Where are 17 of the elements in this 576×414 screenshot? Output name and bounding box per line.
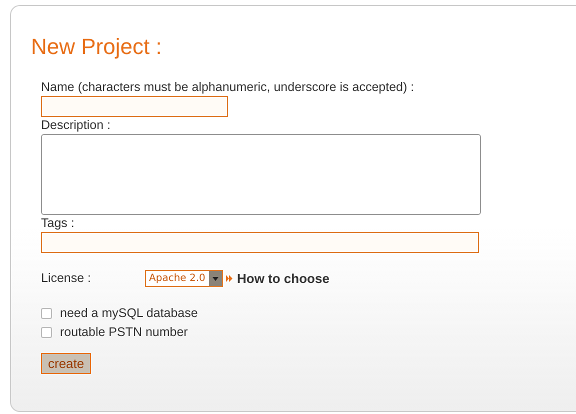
text-field[interactable]	[41, 232, 479, 253]
checkbox-label: routable PSTN number	[60, 325, 188, 339]
checkbox[interactable]	[41, 326, 52, 338]
field-label: Description :	[41, 118, 112, 133]
how-to-choose-link[interactable]: How to choose	[237, 270, 330, 286]
text-field[interactable]	[41, 96, 228, 117]
field-label: Name (characters must be alphanumeric, underscore is accepted) :	[41, 80, 416, 95]
caret-icon	[209, 270, 222, 286]
arrow-icon	[226, 274, 233, 282]
checkbox[interactable]	[41, 308, 52, 318]
license-label: License :	[41, 271, 92, 285]
page-title: New Project :	[31, 34, 162, 60]
create-button[interactable]: create	[41, 353, 92, 374]
description-field[interactable]	[41, 134, 481, 215]
field-label: Tags :	[41, 216, 76, 231]
checkbox-label: need a mySQL database	[60, 306, 198, 320]
license-dropdown[interactable]: Apache 2.0	[145, 270, 223, 286]
